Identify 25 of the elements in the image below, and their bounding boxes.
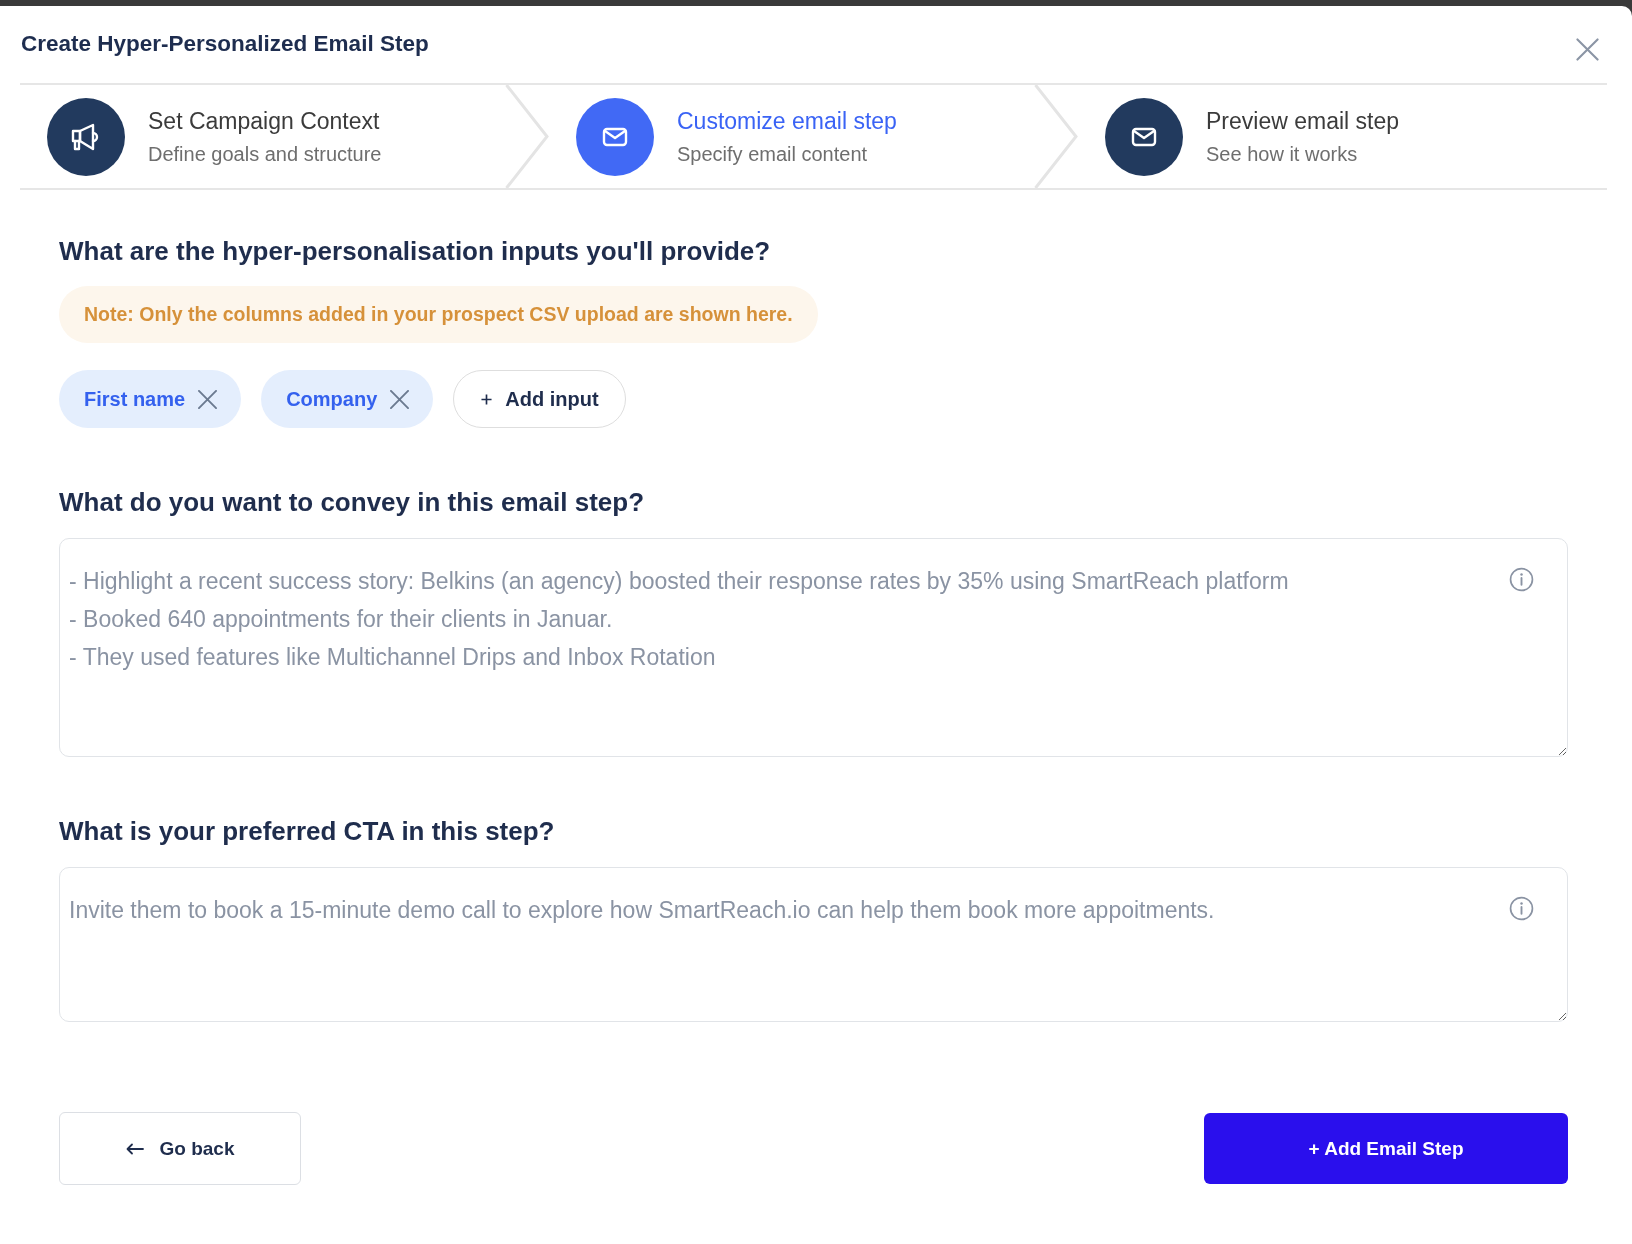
go-back-button[interactable]: Go back	[59, 1112, 301, 1185]
step-subtitle: Specify email content	[677, 142, 869, 166]
tag-label: Company	[286, 387, 378, 411]
step-title: Preview email step	[1206, 107, 1401, 135]
section-heading: What is your preferred CTA in this step?	[59, 815, 556, 847]
add-input-button[interactable]: Add input	[453, 370, 626, 428]
tag-label: First name	[84, 387, 186, 411]
plus-icon	[481, 393, 493, 405]
step-subtitle: Define goals and structure	[148, 142, 383, 166]
section-heading: What are the hyper-personalisation inputs you'll provide?	[59, 235, 772, 267]
remove-icon[interactable]	[198, 389, 218, 409]
note-banner: Note: Only the columns added in your prospect CSV upload are shown here.	[59, 286, 818, 343]
info-icon[interactable]	[1509, 567, 1534, 592]
step-title: Customize email step	[677, 107, 898, 135]
cta-field[interactable]: Invite them to book a 15-minute demo call to explore how SmartReach.io can help them book more appoitments.	[59, 867, 1568, 1022]
remove-icon[interactable]	[390, 389, 410, 409]
step-title: Set Campaign Context	[148, 107, 381, 135]
section-heading: What do you want to convey in this email step?	[59, 486, 646, 518]
add-email-step-button[interactable]: + Add Email Step	[1204, 1113, 1568, 1184]
step-subtitle: See how it works	[1206, 142, 1359, 166]
message-field[interactable]: - Highlight a recent success story: Belkins (an agency) boosted their response rates by 35% using SmartReach platform - Booked 640 appointments for their clients in Januar. - They used features like Multichannel Drips and Inbox Rotation	[59, 538, 1568, 757]
close-icon[interactable]	[1576, 38, 1599, 61]
info-icon[interactable]	[1509, 896, 1534, 921]
arrow-left-icon	[125, 1142, 144, 1155]
dialog-title: Create Hyper-Personalized Email Step	[21, 30, 429, 57]
